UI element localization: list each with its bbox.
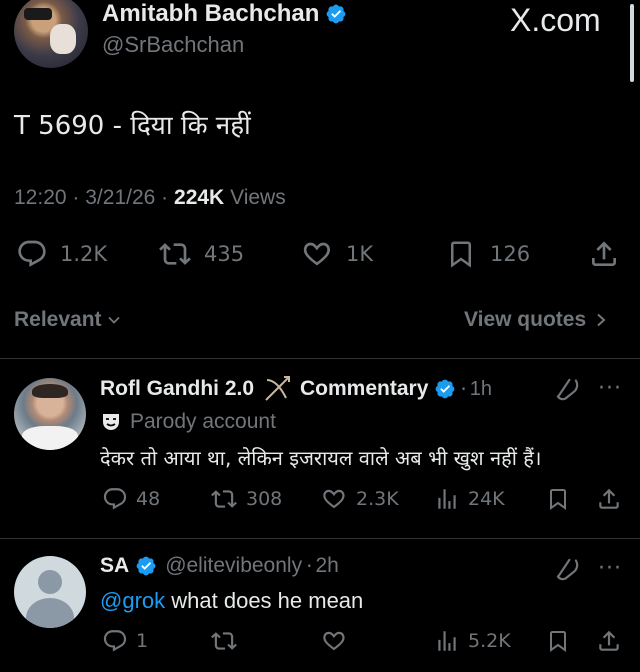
like-button[interactable]: 1K — [300, 238, 373, 270]
like-button[interactable]: 2.3K — [320, 486, 399, 512]
more-options-button[interactable]: ··· — [598, 556, 622, 581]
author-avatar[interactable] — [14, 0, 88, 68]
more-icon: ··· — [598, 556, 622, 581]
chevron-down-icon — [107, 316, 120, 324]
views-icon — [434, 628, 460, 654]
reply-author-name[interactable]: Rofl Gandhi 2.0 — [100, 377, 254, 401]
repost-icon — [210, 628, 238, 654]
reply-name-suffix: Commentary — [300, 377, 429, 400]
bookmark-icon — [446, 238, 476, 270]
repost-button[interactable]: 308 — [210, 486, 282, 512]
parody-label: Parody account — [130, 410, 276, 433]
repost-button[interactable]: 435 — [158, 238, 244, 270]
share-button[interactable] — [596, 486, 622, 512]
more-options-button[interactable]: ··· — [598, 376, 622, 401]
share-icon — [596, 628, 622, 654]
view-quotes-link[interactable]: View quotes — [464, 308, 608, 332]
reply-button[interactable]: 1.2K — [16, 238, 107, 270]
sort-dropdown[interactable]: Relevant — [14, 308, 122, 332]
views-icon — [434, 486, 460, 512]
reply-count: 1.2K — [60, 242, 108, 266]
divider — [0, 358, 640, 359]
grok-icon — [554, 556, 580, 582]
like-count: 1K — [346, 242, 374, 266]
reply-author-name[interactable]: SA — [100, 554, 129, 578]
like-icon — [320, 486, 348, 512]
reply-count: 48 — [136, 488, 161, 510]
reply-avatar[interactable] — [14, 378, 86, 450]
share-button[interactable] — [588, 238, 620, 270]
reply-avatar[interactable] — [14, 556, 86, 628]
verified-badge-icon — [135, 555, 157, 577]
verified-badge-icon — [325, 3, 347, 25]
more-icon: ··· — [598, 376, 622, 401]
grok-button[interactable] — [554, 376, 580, 402]
grok-button[interactable] — [554, 556, 580, 582]
share-button[interactable] — [596, 628, 622, 654]
meta-dot: · — [72, 186, 80, 209]
views-count: 24K — [468, 488, 505, 510]
sort-label: Relevant — [14, 308, 102, 331]
reply-time[interactable]: 2h — [315, 554, 338, 578]
view-quotes-label: View quotes — [464, 308, 587, 331]
tweet-time[interactable]: 12:20 — [14, 186, 67, 209]
views-count: 224K — [174, 186, 225, 209]
views-button[interactable]: 24K — [434, 486, 505, 512]
divider — [0, 538, 640, 539]
like-icon — [320, 628, 348, 654]
tweet-text: T 5690 - दिया कि नहीं — [14, 111, 251, 141]
parody-mask-icon — [103, 414, 119, 430]
bow-arrow-icon — [265, 376, 291, 401]
like-count: 2.3K — [356, 488, 399, 510]
bookmark-icon — [546, 628, 570, 654]
reply-icon — [102, 486, 128, 512]
like-icon — [300, 238, 334, 270]
meta-dot: · — [460, 377, 467, 401]
bookmark-count: 126 — [490, 242, 531, 266]
share-icon — [588, 238, 620, 270]
repost-count: 435 — [204, 242, 245, 266]
bookmark-button[interactable]: 126 — [446, 238, 530, 270]
x-watermark: X.com — [510, 2, 601, 38]
scrollbar[interactable] — [630, 4, 634, 82]
repost-icon — [210, 486, 238, 512]
reply-time[interactable]: 1h — [470, 378, 492, 401]
repost-icon — [158, 238, 192, 270]
grok-mention-link[interactable]: @grok — [100, 588, 165, 613]
tweet-meta: 12:20 · 3/21/26 · 224K Views — [14, 186, 286, 210]
reply-text: what does he mean — [171, 588, 364, 613]
meta-dot: · — [306, 554, 313, 578]
reply-icon — [102, 628, 128, 654]
reply-button[interactable]: 1 — [102, 628, 148, 654]
tweet-date[interactable]: 3/21/26 — [85, 186, 155, 209]
views-label: Views — [230, 186, 286, 209]
views-button[interactable]: 5.2K — [434, 628, 511, 654]
repost-count: 308 — [246, 488, 283, 510]
bookmark-button[interactable] — [546, 486, 570, 512]
repost-button[interactable] — [210, 628, 246, 654]
like-button[interactable] — [320, 628, 356, 654]
bookmark-icon — [546, 486, 570, 512]
reply-button[interactable]: 48 — [102, 486, 160, 512]
share-icon — [596, 486, 622, 512]
reply-handle[interactable]: @elitevibeonly — [165, 554, 302, 578]
bookmark-button[interactable] — [546, 628, 570, 654]
author-handle[interactable]: @SrBachchan — [102, 32, 244, 58]
verified-badge-icon — [434, 378, 456, 400]
reply-icon — [16, 238, 48, 270]
views-count: 5.2K — [468, 630, 511, 652]
reply-text: देकर तो आया था, लेकिन इजरायल वाले अब भी … — [100, 446, 542, 470]
meta-dot: · — [161, 186, 169, 209]
grok-icon — [554, 376, 580, 402]
reply-count: 1 — [136, 630, 149, 652]
author-name[interactable]: Amitabh Bachchan — [102, 0, 319, 28]
chevron-right-icon — [597, 313, 606, 327]
